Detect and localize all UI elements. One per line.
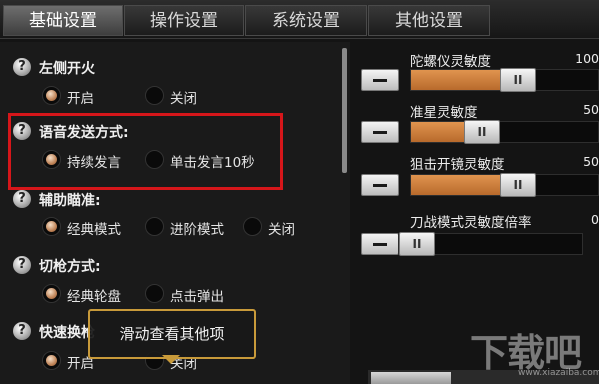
tab-other-settings[interactable]: 其他设置: [368, 5, 490, 36]
highlight-box: [8, 113, 283, 190]
slider-value-gyro: 100: [575, 51, 599, 66]
watermark-url: www.xiazaiba.com: [518, 368, 599, 378]
slider-track-crosshair[interactable]: II: [410, 120, 599, 144]
slider-label-gyro: 陀螺仪灵敏度: [410, 54, 491, 70]
radio-left-fire-off[interactable]: [145, 86, 164, 105]
slider-value-crosshair: 50: [583, 102, 599, 117]
tooltip-arrow-icon: [162, 355, 180, 364]
option-label: 关闭: [170, 91, 197, 107]
radio-aim-advanced[interactable]: [145, 217, 164, 236]
help-icon[interactable]: ?: [13, 322, 31, 340]
decrease-crosshair-button[interactable]: [361, 121, 399, 143]
slider-track-gyro[interactable]: II: [410, 68, 599, 92]
decrease-sniper-button[interactable]: [361, 174, 399, 196]
slider-track-knife[interactable]: II: [398, 232, 583, 256]
help-icon[interactable]: ?: [13, 256, 31, 274]
tab-basic-settings[interactable]: 基础设置: [3, 5, 123, 36]
tooltip-text: 滑动查看其他项: [119, 325, 225, 343]
slider-label-crosshair: 准星灵敏度: [410, 105, 478, 121]
setting-label-quick-switch: 快速换枪: [39, 325, 95, 341]
help-icon[interactable]: ?: [13, 58, 31, 76]
scroll-hint-tooltip: 滑动查看其他项: [88, 309, 256, 359]
scrollbar[interactable]: [342, 48, 347, 173]
radio-quick-on[interactable]: [42, 351, 61, 370]
setting-label-aim-assist: 辅助瞄准:: [39, 193, 101, 209]
option-label: 经典模式: [67, 222, 121, 238]
slider-track-sniper[interactable]: II: [410, 173, 599, 197]
radio-left-fire-on[interactable]: [42, 86, 61, 105]
slider-thumb[interactable]: II: [399, 232, 435, 256]
slider-thumb[interactable]: II: [500, 173, 536, 197]
radio-aim-off[interactable]: [243, 217, 262, 236]
radio-aim-classic[interactable]: [42, 217, 61, 236]
tab-bar: 基础设置 操作设置 系统设置 其他设置: [0, 0, 599, 39]
slider-thumb[interactable]: II: [464, 120, 500, 144]
slider-label-knife: 刀战模式灵敏度倍率: [410, 215, 532, 231]
slider-thumb[interactable]: II: [500, 68, 536, 92]
tab-system-settings[interactable]: 系统设置: [245, 5, 367, 36]
watermark-logo: 下载吧: [470, 331, 582, 375]
radio-switch-popup[interactable]: [145, 284, 164, 303]
slider-value-sniper: 50: [583, 154, 599, 169]
option-label: 开启: [67, 91, 94, 107]
decrease-knife-button[interactable]: [361, 233, 399, 255]
slider-label-sniper: 狙击开镜灵敏度: [410, 157, 505, 173]
setting-label-weapon-switch: 切枪方式:: [39, 259, 101, 275]
help-icon[interactable]: ?: [13, 190, 31, 208]
setting-label-left-fire: 左侧开火: [39, 61, 95, 77]
option-label: 点击弹出: [170, 289, 224, 305]
decrease-gyro-button[interactable]: [361, 69, 399, 91]
radio-switch-wheel[interactable]: [42, 284, 61, 303]
tab-operation-settings[interactable]: 操作设置: [124, 5, 244, 36]
slider-value-knife: 0: [591, 212, 599, 227]
option-label: 关闭: [268, 222, 295, 238]
option-label: 经典轮盘: [67, 289, 121, 305]
option-label: 进阶模式: [170, 222, 224, 238]
bottom-button[interactable]: [371, 372, 451, 384]
